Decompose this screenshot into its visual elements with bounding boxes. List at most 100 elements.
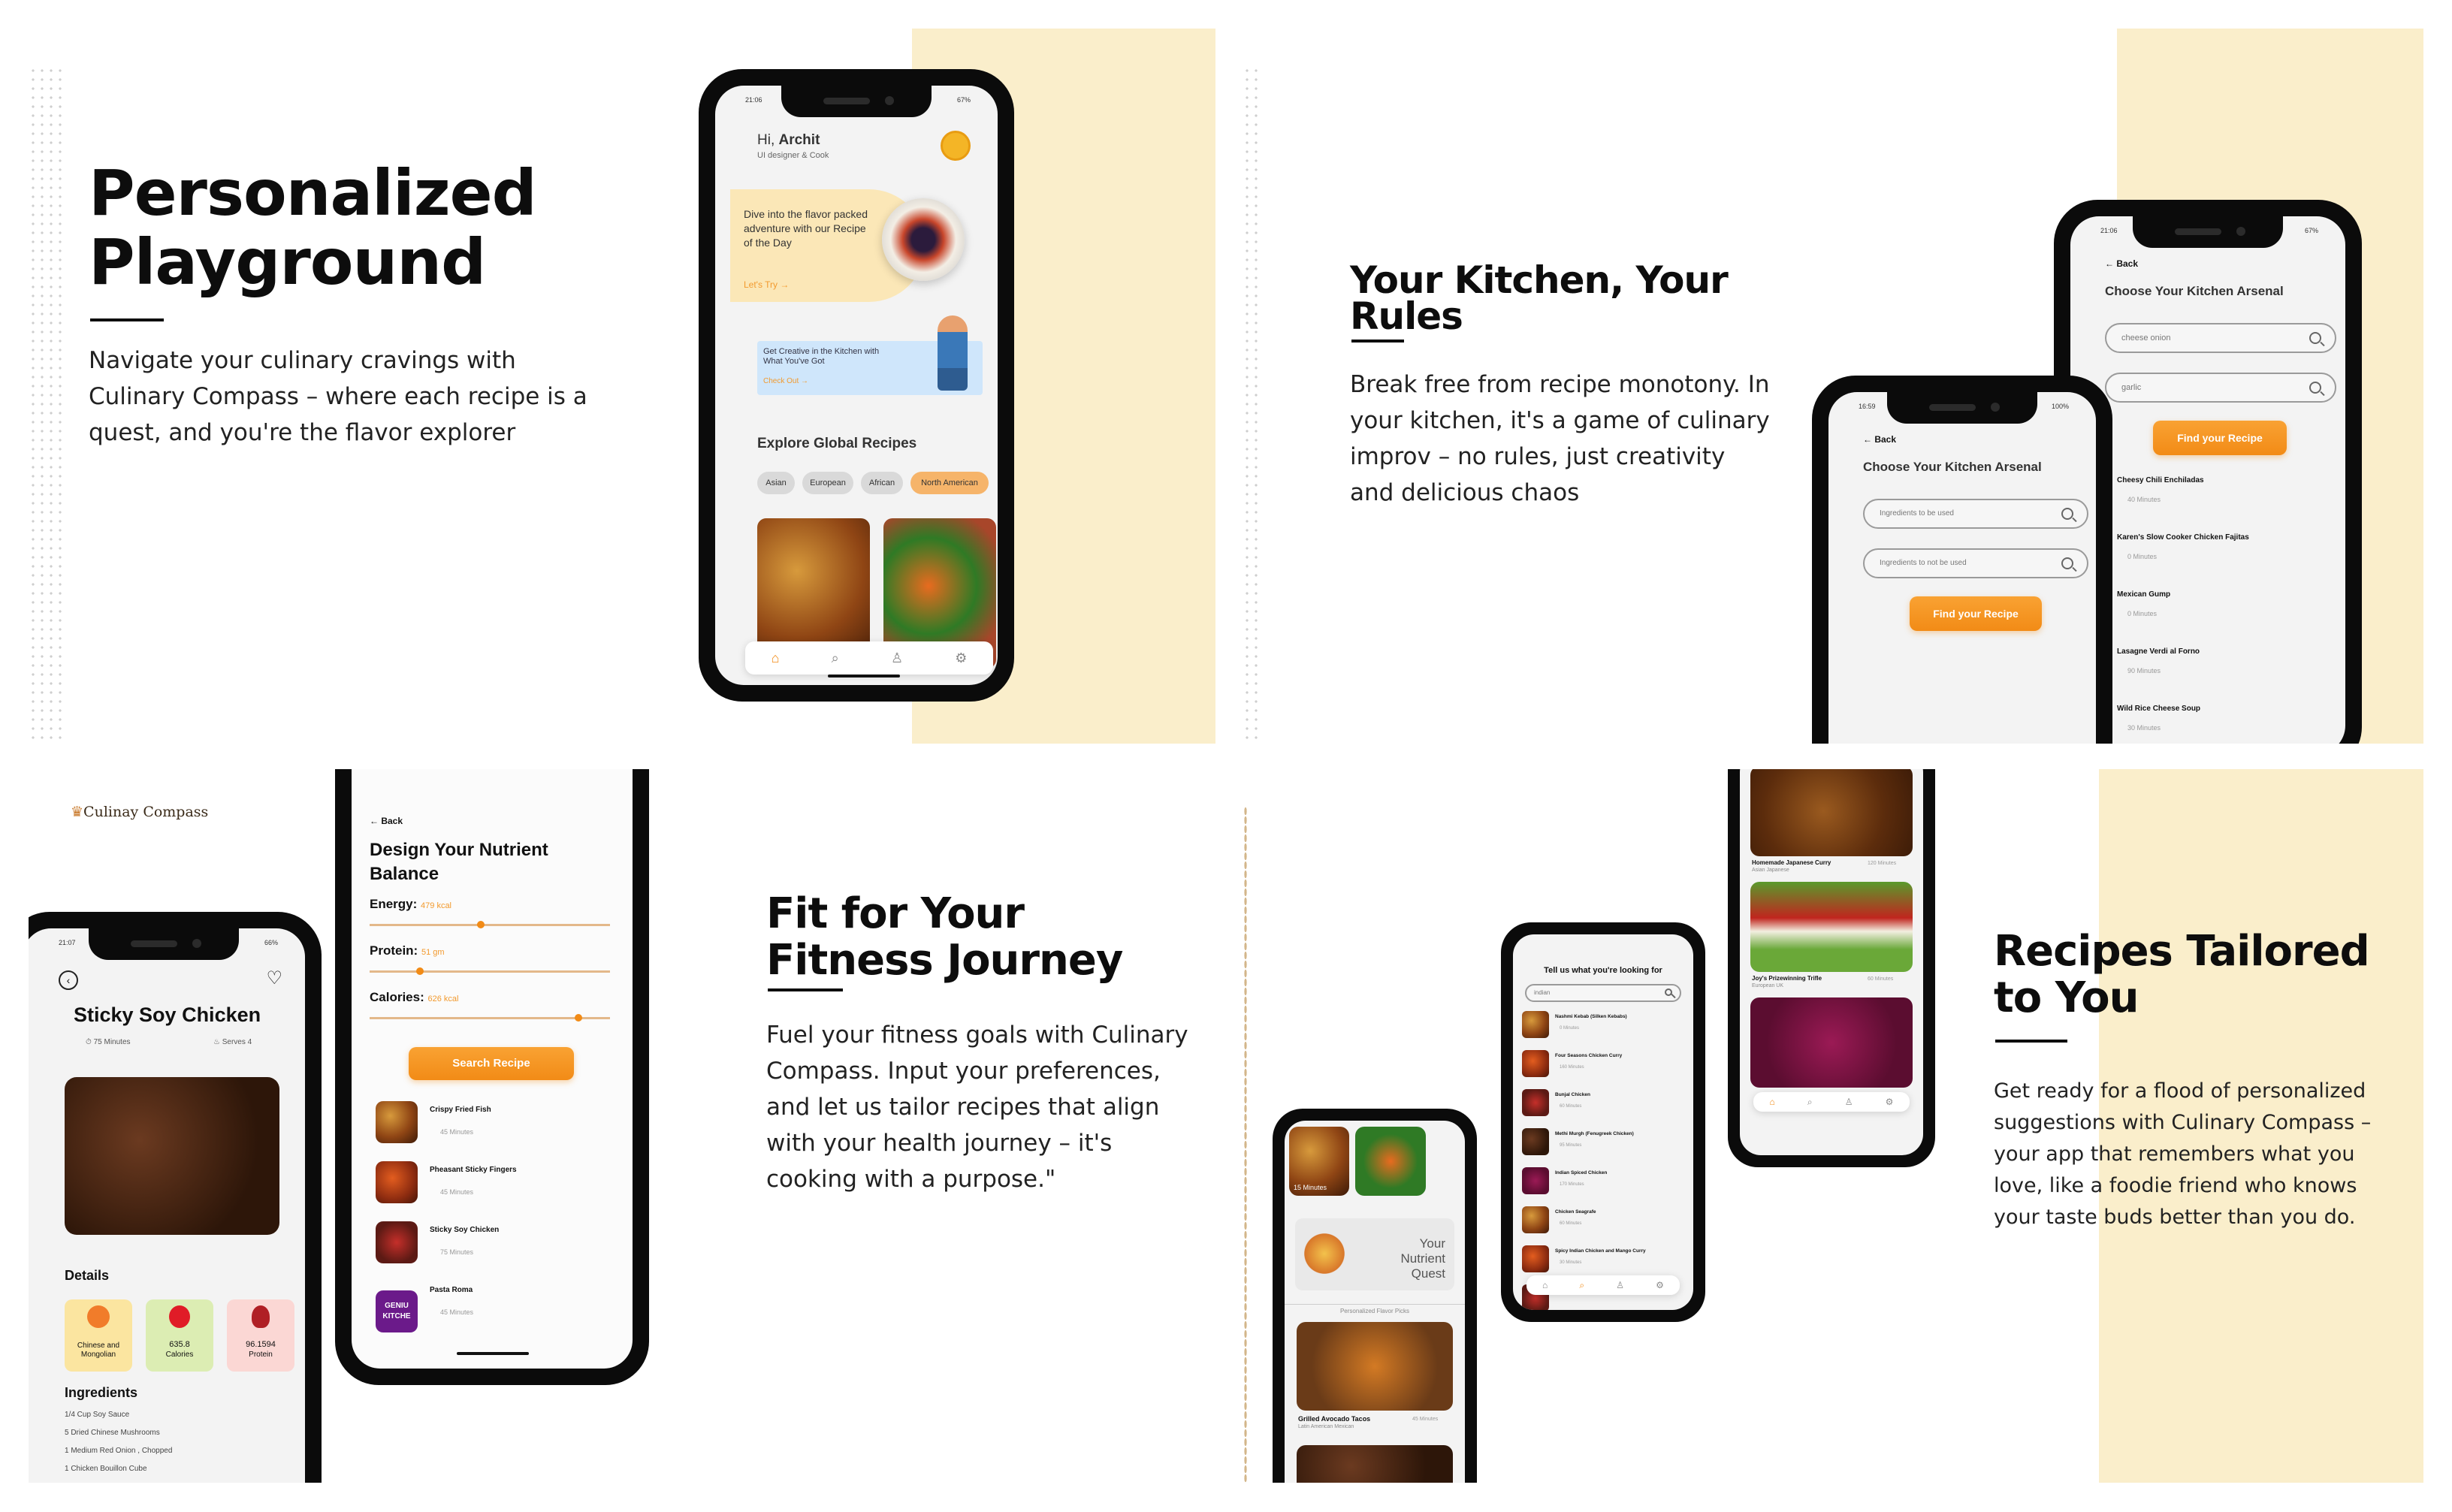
nutrient-quest-card[interactable]: Your Nutrient Quest — [1295, 1218, 1454, 1290]
search-icon — [2309, 382, 2321, 394]
pick-photo[interactable] — [1297, 1322, 1453, 1411]
calories-slider[interactable] — [370, 1014, 610, 1022]
creative-link[interactable]: Check Out → — [763, 377, 808, 385]
nav-search-icon[interactable]: ⌕ — [1807, 1097, 1813, 1108]
greeting: Hi, Archit — [757, 132, 820, 149]
bottom-nav: ⌂ ⌕ ♙ ⚙ — [1753, 1092, 1910, 1112]
recipe-thumb[interactable] — [376, 1161, 418, 1203]
find-recipe-button[interactable]: Find your Recipe — [2153, 421, 2287, 455]
recipe-time: 30 Minutes — [2127, 724, 2161, 732]
panel-title-line1: Recipes Tailored — [1994, 927, 2370, 976]
find-recipe-button[interactable]: Find your Recipe — [1910, 596, 2042, 631]
result-thumb[interactable] — [1522, 1128, 1549, 1155]
feed-photo-trifle[interactable] — [1750, 882, 1913, 972]
feed-name: Homemade Japanese Curry — [1752, 859, 1831, 866]
result-thumb[interactable] — [1522, 1089, 1549, 1116]
nav-chef-icon[interactable]: ♙ — [1845, 1097, 1853, 1107]
chef-illustration — [938, 315, 968, 391]
back-icon[interactable]: ‹ — [59, 970, 78, 990]
panel-recipes-tailored: Recipes Tailored to You Get ready for a … — [1243, 769, 2423, 1483]
ingredient-item: 5 Dried Chinese Mushrooms — [65, 1429, 160, 1437]
recipe-name: Sticky Soy Chicken — [430, 1226, 500, 1234]
energy-slider-knob[interactable] — [476, 921, 485, 928]
energy-value: 479 kcal — [421, 901, 452, 910]
feed-sub: European UK — [1752, 983, 1784, 988]
phone-home-picks: 15 Minutes Your Nutrient Quest Personali… — [1273, 1109, 1477, 1483]
user-name: Archit — [778, 132, 820, 148]
back-link[interactable]: ← Back — [1863, 434, 1896, 445]
favorite-icon[interactable]: ♡ — [266, 967, 282, 989]
energy-label: Energy: 479 kcal — [370, 897, 452, 911]
feed-photo-curry[interactable] — [1750, 769, 1913, 856]
nav-home-icon[interactable]: ⌂ — [772, 650, 780, 666]
status-time: 21:07 — [59, 939, 76, 946]
result-thumb[interactable] — [1522, 1011, 1549, 1038]
result-thumb[interactable] — [1522, 1167, 1549, 1194]
phone-nutrient-balance: ← Back Design Your Nutrient Balance Ener… — [335, 769, 649, 1385]
search-icon — [2309, 332, 2321, 344]
phone-front-kitchen: 16:59 100% ← Back Choose Your Kitchen Ar… — [1812, 376, 2112, 744]
recipe-time: ⏱ 75 Minutes — [86, 1038, 131, 1046]
calories-slider-knob[interactable] — [574, 1014, 582, 1022]
result-thumb[interactable] — [1522, 1050, 1549, 1077]
protein-slider-knob[interactable] — [416, 967, 424, 975]
nav-settings-icon[interactable]: ⚙ — [1656, 1280, 1664, 1290]
ingredients-input[interactable]: Ingredients to be used — [1863, 499, 2088, 529]
feed-screen: Homemade Japanese Curry Asian Japanese 1… — [1740, 769, 1923, 1155]
result-thumb[interactable] — [1522, 1206, 1549, 1233]
nav-search-icon[interactable]: ⌕ — [1579, 1280, 1584, 1291]
protein-card: 96.1594 Protein — [227, 1299, 294, 1372]
panel-title-line2: Playground — [89, 225, 486, 299]
back-link[interactable]: ← Back — [2105, 258, 2138, 269]
back-link[interactable]: ← Back — [370, 816, 403, 826]
energy-slider[interactable] — [370, 921, 610, 928]
nutrient-screen: ← Back Design Your Nutrient Balance Ener… — [352, 769, 633, 1369]
recipe-thumb[interactable] — [376, 1101, 418, 1143]
nutrient-quest-text: Your Nutrient Quest — [1400, 1236, 1445, 1281]
status-battery: 66% — [264, 939, 278, 946]
title-underline — [768, 988, 843, 991]
protein-value: 51 gm — [421, 948, 445, 957]
banner-link[interactable]: Let's Try → — [744, 279, 789, 290]
recipe-title: Sticky Soy Chicken — [74, 1003, 261, 1026]
recipe-name: Mexican Gump — [2117, 590, 2171, 599]
panel-title-line1: Fit for Your — [766, 889, 1025, 938]
recipe-time: 90 Minutes — [2127, 667, 2161, 675]
nav-chef-icon[interactable]: ♙ — [891, 650, 903, 666]
nav-search-icon[interactable]: ⌕ — [832, 650, 839, 666]
chip-african[interactable]: African — [861, 472, 903, 494]
nav-chef-icon[interactable]: ♙ — [1616, 1280, 1624, 1290]
phone-notch — [2133, 216, 2283, 248]
nav-settings-icon[interactable]: ⚙ — [955, 650, 967, 666]
chip-asian[interactable]: Asian — [757, 472, 795, 494]
recipe-time: 45 Minutes — [440, 1308, 474, 1316]
exclude-input[interactable]: garlic — [2105, 373, 2336, 403]
feed-photo-cabbage[interactable] — [1750, 997, 1913, 1088]
search-recipe-button[interactable]: Search Recipe — [409, 1047, 574, 1080]
nav-home-icon[interactable]: ⌂ — [1542, 1280, 1548, 1290]
avatar[interactable] — [941, 131, 971, 161]
creative-kitchen-card[interactable]: Get Creative in the Kitchen with What Yo… — [757, 315, 983, 395]
result-thumb[interactable] — [1522, 1245, 1549, 1272]
pick-photo-2[interactable] — [1297, 1445, 1453, 1483]
chip-european[interactable]: European — [802, 472, 853, 494]
panel-description: Navigate your culinary cravings with Cul… — [89, 347, 587, 446]
calories-label: Calories — [165, 1351, 194, 1359]
exclude-input[interactable]: Ingredients to not be used — [1863, 548, 2088, 578]
chip-north-american[interactable]: North American — [910, 472, 989, 494]
pick-time: 45 Minutes — [1412, 1417, 1439, 1422]
recipe-name: Cheesy Chili Enchiladas — [2117, 476, 2204, 484]
search-input[interactable]: indian — [1525, 984, 1681, 1002]
nav-home-icon[interactable]: ⌂ — [1770, 1097, 1775, 1107]
status-time: 21:06 — [745, 96, 762, 104]
recipe-thumb[interactable] — [376, 1221, 418, 1263]
recipe-tile-salad[interactable] — [1355, 1127, 1426, 1196]
ingredients-input[interactable]: cheese onion — [2105, 323, 2336, 353]
screen-heading: Choose Your Kitchen Arsenal — [2105, 284, 2284, 298]
chef-hat-icon: ♛ — [71, 804, 84, 820]
feed-sub: Asian Japanese — [1752, 868, 1789, 873]
apple-icon — [169, 1305, 190, 1328]
nav-settings-icon[interactable]: ⚙ — [1886, 1097, 1894, 1107]
protein-slider[interactable] — [370, 967, 610, 975]
recipe-time: 40 Minutes — [2127, 496, 2161, 503]
